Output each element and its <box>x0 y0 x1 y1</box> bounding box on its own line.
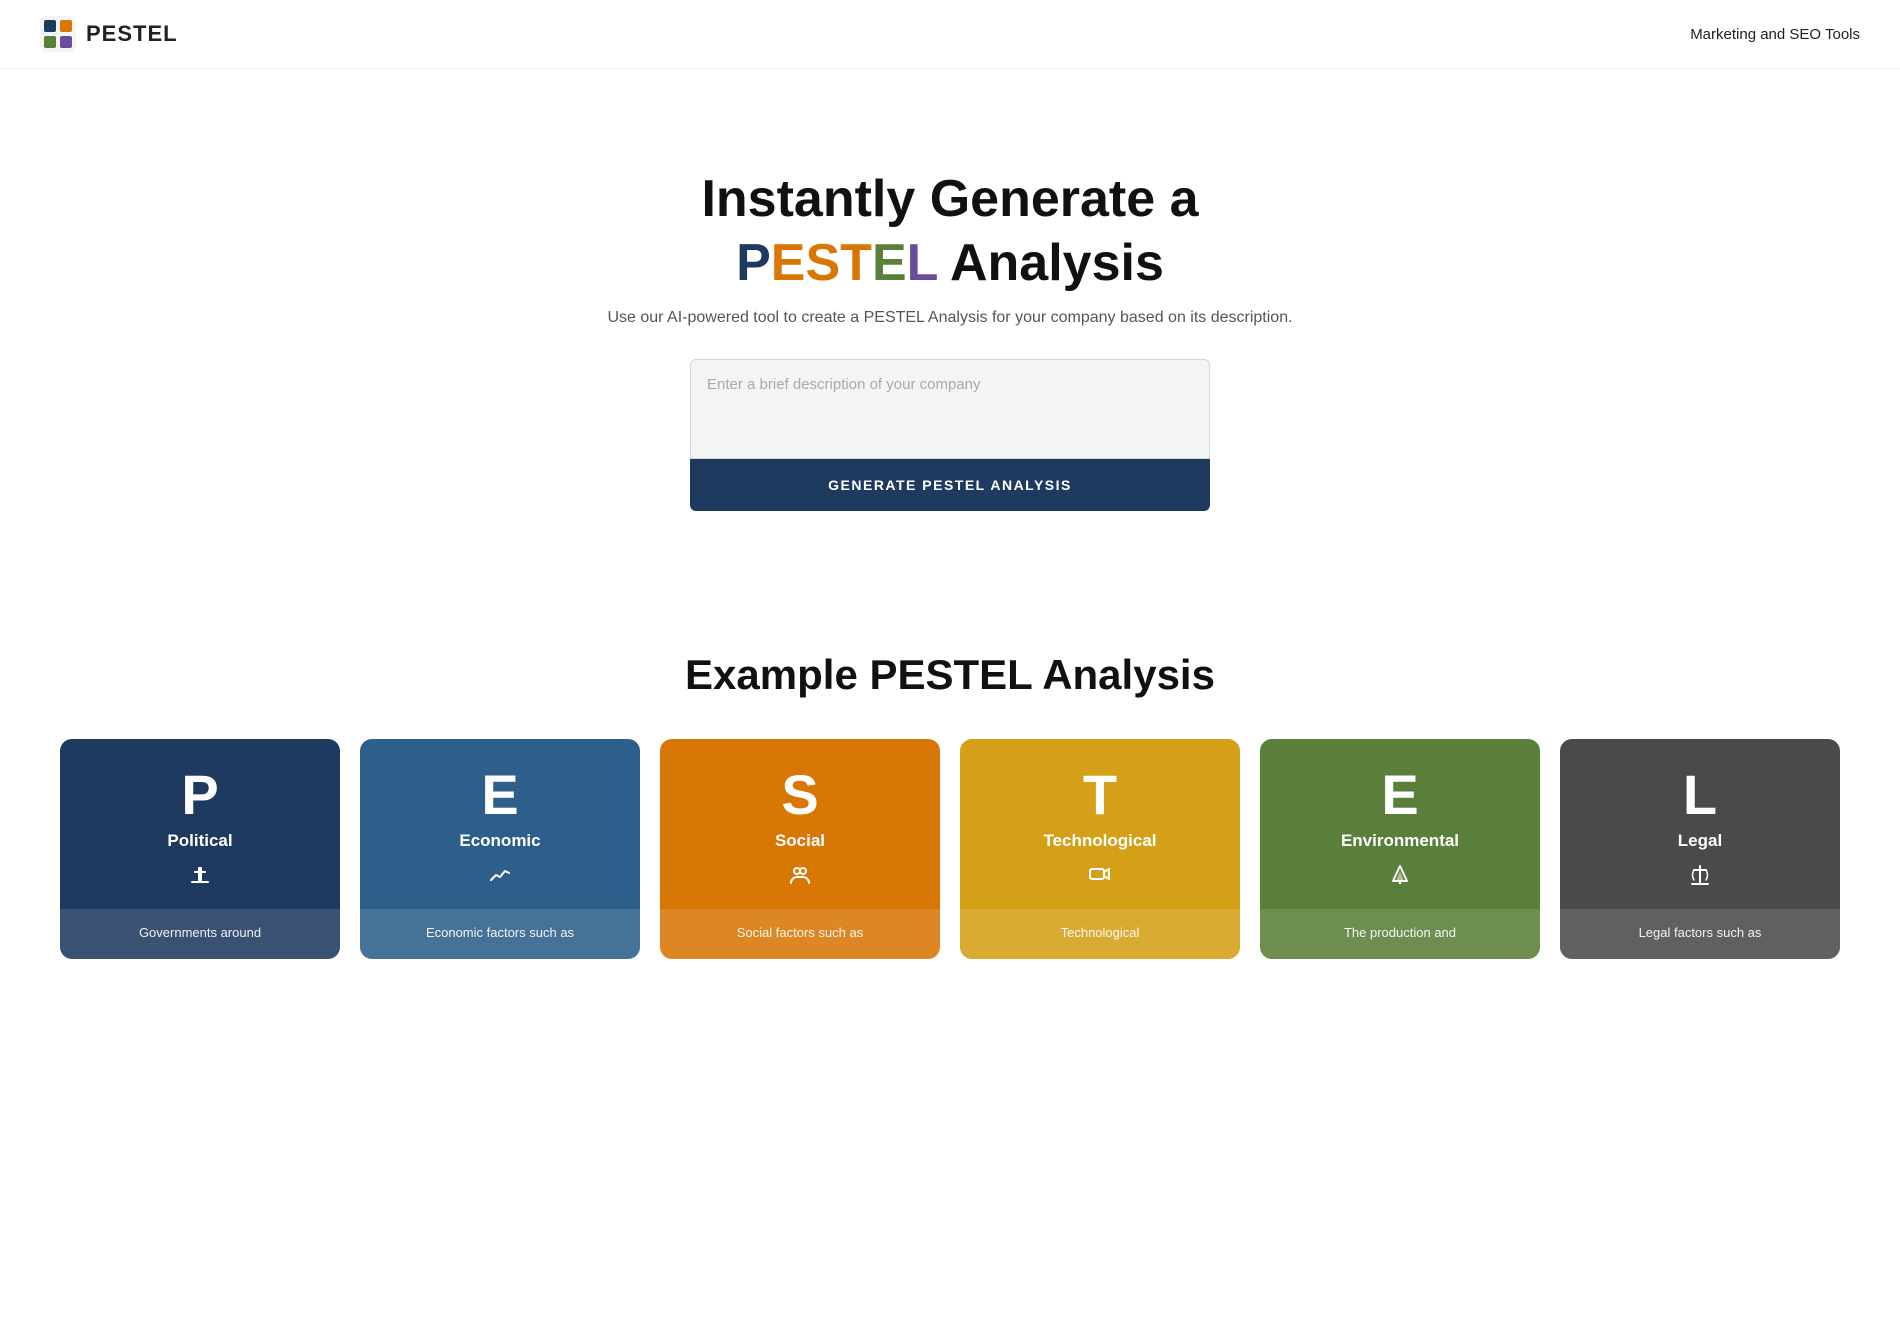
pestel-colored-word: PESTEL <box>736 234 950 292</box>
card-social: S Social Social factors such as <box>660 739 940 959</box>
letter-p: P <box>736 234 771 292</box>
card-social-header: S Social <box>660 739 940 909</box>
card-social-letter: S <box>781 767 818 823</box>
legal-icon <box>1688 863 1712 893</box>
card-legal-body: Legal factors such as <box>1560 909 1840 959</box>
technological-icon <box>1088 863 1112 893</box>
example-section-title: Example PESTEL Analysis <box>60 651 1840 699</box>
hero-subtitle: Use our AI-powered tool to create a PEST… <box>20 309 1880 327</box>
letter-s: S <box>805 234 840 292</box>
card-political: P Political Governments around <box>60 739 340 959</box>
political-icon <box>188 863 212 893</box>
card-political-title: Political <box>167 831 232 851</box>
card-environmental-text: The production and <box>1276 923 1524 943</box>
card-technological-title: Technological <box>1043 831 1156 851</box>
card-legal-header: L Legal <box>1560 739 1840 909</box>
card-environmental: E Environmental The production and <box>1260 739 1540 959</box>
card-environmental-header: E Environmental <box>1260 739 1540 909</box>
logo[interactable]: PESTEL <box>40 16 178 52</box>
card-economic-text: Economic factors such as <box>376 923 624 943</box>
hero-title-line1: Instantly Generate a <box>20 169 1880 229</box>
card-political-letter: P <box>181 767 218 823</box>
social-icon <box>788 863 812 893</box>
card-environmental-body: The production and <box>1260 909 1540 959</box>
card-environmental-letter: E <box>1381 767 1418 823</box>
hero-title-line2: PESTEL Analysis <box>20 233 1880 293</box>
card-political-body: Governments around <box>60 909 340 959</box>
card-legal-title: Legal <box>1678 831 1722 851</box>
card-economic: E Economic Economic factors such as <box>360 739 640 959</box>
card-legal: L Legal Legal factors such as <box>1560 739 1840 959</box>
card-technological-text: Technological <box>976 923 1224 943</box>
site-header: PESTEL Marketing and SEO Tools <box>0 0 1900 69</box>
economic-icon <box>488 863 512 893</box>
input-area: GENERATE PESTEL ANALYSIS <box>690 359 1210 511</box>
card-technological-letter: T <box>1083 767 1117 823</box>
letter-t: T <box>840 234 872 292</box>
card-political-header: P Political <box>60 739 340 909</box>
card-political-text: Governments around <box>76 923 324 943</box>
generate-button[interactable]: GENERATE PESTEL ANALYSIS <box>690 459 1210 511</box>
card-legal-text: Legal factors such as <box>1576 923 1824 943</box>
nav-marketing-seo[interactable]: Marketing and SEO Tools <box>1690 26 1860 43</box>
card-economic-letter: E <box>481 767 518 823</box>
card-social-text: Social factors such as <box>676 923 924 943</box>
hero-section: Instantly Generate a PESTEL Analysis Use… <box>0 69 1900 571</box>
card-legal-letter: L <box>1683 767 1717 823</box>
letter-e1: E <box>771 234 806 292</box>
card-social-title: Social <box>775 831 825 851</box>
card-economic-title: Economic <box>459 831 540 851</box>
card-technological-header: T Technological <box>960 739 1240 909</box>
card-technological: T Technological Technological <box>960 739 1240 959</box>
letter-e2: E <box>872 234 907 292</box>
pestel-cards-grid: P Political Governments around E Economi… <box>60 739 1840 959</box>
environmental-icon <box>1388 863 1412 893</box>
example-section: Example PESTEL Analysis P Political Gove… <box>0 571 1900 959</box>
card-social-body: Social factors such as <box>660 909 940 959</box>
card-technological-body: Technological <box>960 909 1240 959</box>
hero-heading: Instantly Generate a PESTEL Analysis <box>20 169 1880 293</box>
card-economic-body: Economic factors such as <box>360 909 640 959</box>
letter-l: L <box>907 234 938 292</box>
logo-icon <box>40 16 76 52</box>
card-environmental-title: Environmental <box>1341 831 1459 851</box>
logo-text: PESTEL <box>86 21 178 47</box>
card-economic-header: E Economic <box>360 739 640 909</box>
company-description-input[interactable] <box>690 359 1210 459</box>
